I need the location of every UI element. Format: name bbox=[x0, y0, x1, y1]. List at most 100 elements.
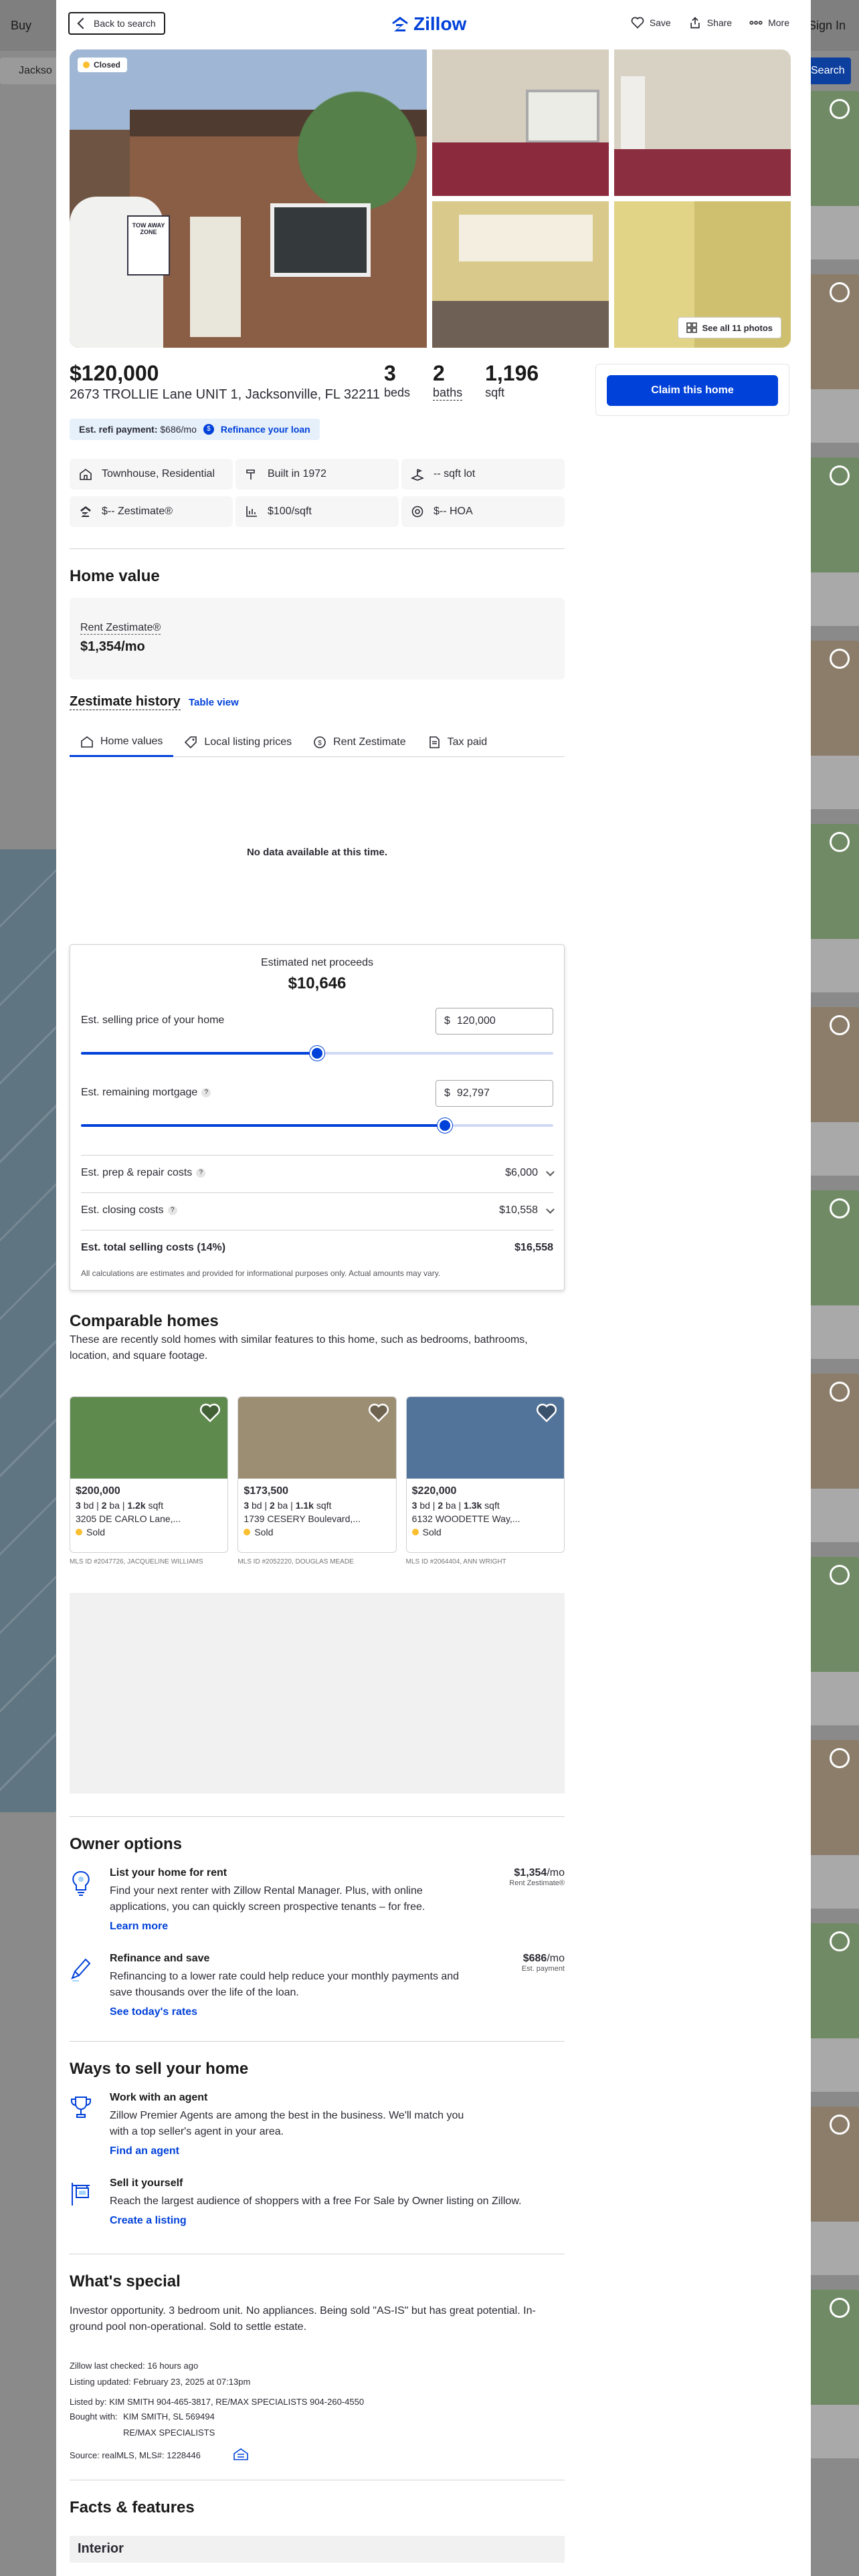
comparable-home-card[interactable]: $220,000 3 bd | 2 ba | 1.3k sqft 6132 WO… bbox=[405, 1396, 565, 1566]
back-to-search-button[interactable]: Back to search bbox=[68, 12, 165, 35]
refi-label: Est. refi payment: bbox=[79, 424, 158, 435]
gallery-photo-2[interactable] bbox=[432, 49, 609, 196]
gallery-photo-5[interactable]: See all 11 photos bbox=[614, 201, 791, 348]
comparable-photo[interactable] bbox=[406, 1397, 564, 1479]
disclaimer: All calculations are estimates and provi… bbox=[81, 1269, 441, 1278]
comparable-photo[interactable] bbox=[70, 1397, 228, 1479]
remaining-mortgage-input[interactable]: $ 92,797 bbox=[436, 1080, 553, 1107]
net-proceeds-card: Estimated net proceeds $10,646 Est. sell… bbox=[70, 944, 565, 1291]
background-listing-card[interactable] bbox=[808, 2107, 859, 2275]
create-listing-link[interactable]: Create a listing bbox=[110, 2215, 187, 2227]
heart-icon[interactable] bbox=[830, 1565, 850, 1585]
heart-icon[interactable] bbox=[830, 1015, 850, 1035]
background-listing-card[interactable] bbox=[808, 641, 859, 809]
remaining-mortgage-row: Est. remaining mortgage? bbox=[81, 1087, 211, 1099]
background-listing-card[interactable] bbox=[808, 1740, 859, 1909]
selling-price-slider[interactable] bbox=[81, 1046, 553, 1061]
background-listing-card[interactable] bbox=[808, 457, 859, 626]
comparable-specs: 3 bd | 2 ba | 1.3k sqft bbox=[411, 1500, 500, 1511]
learn-more-link[interactable]: Learn more bbox=[110, 1921, 168, 1933]
background-listing-card[interactable] bbox=[808, 1190, 859, 1359]
background-listing-card[interactable] bbox=[808, 1374, 859, 1542]
refinance-link[interactable]: Refinance your loan bbox=[221, 424, 310, 435]
background-listing-card[interactable] bbox=[808, 824, 859, 992]
prep-costs-value-group[interactable]: $6,000 bbox=[505, 1167, 555, 1179]
slider-handle[interactable] bbox=[437, 1118, 452, 1133]
comparable-home-card[interactable]: $173,500 3 bd | 2 ba | 1.1k sqft 1739 CE… bbox=[237, 1396, 397, 1566]
background-nav-buy[interactable]: Buy bbox=[11, 19, 31, 33]
photo-floor bbox=[432, 142, 609, 196]
photo-door bbox=[621, 76, 645, 150]
heart-icon[interactable] bbox=[830, 649, 850, 669]
comparable-home-card[interactable]: $200,000 3 bd | 2 ba | 1.2k sqft 3205 DE… bbox=[70, 1396, 229, 1566]
tab-rent-zestimate[interactable]: $ Rent Zestimate bbox=[302, 728, 416, 757]
listing-updated: Listing updated: February 23, 2025 at 07… bbox=[70, 2377, 251, 2387]
whats-special-description: Investor opportunity. 3 bedroom unit. No… bbox=[70, 2305, 536, 2333]
background-search-button[interactable]: Search bbox=[804, 58, 851, 84]
gallery-photo-4[interactable] bbox=[432, 201, 609, 348]
amount-value: $1,354 bbox=[514, 1867, 547, 1879]
comparable-mls: MLS ID #2052220, DOUGLAS MEADE bbox=[237, 1558, 354, 1566]
zestimate-history-heading[interactable]: Zestimate history bbox=[70, 694, 181, 710]
claim-home-button[interactable]: Claim this home bbox=[607, 375, 778, 406]
share-button[interactable]: Share bbox=[688, 16, 732, 29]
heart-icon[interactable] bbox=[830, 282, 850, 302]
table-view-link[interactable]: Table view bbox=[189, 697, 239, 708]
comparable-photo[interactable] bbox=[238, 1397, 396, 1479]
interior-section-header[interactable]: Interior bbox=[70, 2536, 565, 2563]
background-listing-card[interactable] bbox=[808, 2290, 859, 2458]
photo-door bbox=[190, 217, 241, 337]
heart-icon[interactable] bbox=[368, 1402, 389, 1424]
see-rates-link[interactable]: See today's rates bbox=[110, 2006, 197, 2018]
gallery-photo-3[interactable] bbox=[614, 49, 791, 196]
closing-costs-row[interactable]: Est. closing costs? bbox=[81, 1204, 177, 1216]
more-button[interactable]: More bbox=[749, 16, 789, 29]
lot-icon bbox=[411, 469, 424, 481]
selling-price-value: 120,000 bbox=[456, 1015, 496, 1027]
lightbulb-icon bbox=[72, 1870, 90, 1896]
tab-local-listing-prices[interactable]: Local listing prices bbox=[173, 728, 302, 757]
fact-hoa: $-- HOA bbox=[401, 496, 565, 527]
info-tooltip-icon[interactable]: ? bbox=[201, 1087, 211, 1097]
tab-home-values[interactable]: Home values bbox=[70, 728, 174, 757]
prep-costs-row[interactable]: Est. prep & repair costs? bbox=[81, 1167, 206, 1179]
bd-unit: bd bbox=[419, 1500, 430, 1511]
sqft-count: 1.3k bbox=[464, 1500, 482, 1511]
heart-icon[interactable] bbox=[830, 99, 850, 119]
main-photo[interactable]: TOW AWAY ZONE Closed bbox=[70, 49, 427, 348]
net-proceeds-value: $10,646 bbox=[288, 974, 347, 992]
see-all-photos-button[interactable]: See all 11 photos bbox=[677, 317, 781, 338]
info-tooltip-icon[interactable]: ? bbox=[196, 1168, 206, 1178]
heart-icon[interactable] bbox=[830, 2115, 850, 2135]
rent-zestimate-label[interactable]: Rent Zestimate® bbox=[80, 622, 161, 635]
find-agent-link[interactable]: Find an agent bbox=[110, 2145, 179, 2157]
heart-icon[interactable] bbox=[830, 2298, 850, 2318]
slider-handle[interactable] bbox=[310, 1046, 324, 1061]
background-listing-card[interactable] bbox=[808, 1557, 859, 1725]
heart-icon[interactable] bbox=[830, 1198, 850, 1218]
info-tooltip-icon[interactable]: ? bbox=[167, 1205, 177, 1215]
remaining-mortgage-label: Est. remaining mortgage bbox=[81, 1087, 198, 1098]
hoa-icon bbox=[411, 506, 423, 518]
background-listing-card[interactable] bbox=[808, 91, 859, 259]
selling-price-input[interactable]: $ 120,000 bbox=[436, 1008, 553, 1035]
zillow-logo[interactable]: Zillow bbox=[391, 13, 466, 35]
heart-icon[interactable] bbox=[199, 1402, 221, 1424]
heart-icon[interactable] bbox=[830, 1382, 850, 1402]
background-listing-card[interactable] bbox=[808, 274, 859, 443]
heart-icon[interactable] bbox=[536, 1402, 557, 1424]
background-listing-card[interactable] bbox=[808, 1923, 859, 2092]
save-button[interactable]: Save bbox=[631, 16, 671, 29]
background-sign-in[interactable]: Sign In bbox=[808, 19, 846, 33]
heart-icon[interactable] bbox=[830, 465, 850, 486]
background-listing-card[interactable] bbox=[808, 1007, 859, 1176]
tab-label: Tax paid bbox=[447, 736, 488, 748]
closing-costs-value-group[interactable]: $10,558 bbox=[499, 1204, 555, 1216]
tab-tax-paid[interactable]: Tax paid bbox=[417, 728, 498, 757]
remaining-mortgage-slider[interactable] bbox=[81, 1118, 553, 1133]
baths-stat[interactable]: 2 baths bbox=[433, 361, 463, 401]
heart-icon[interactable] bbox=[830, 1748, 850, 1768]
comparable-price: $220,000 bbox=[411, 1485, 457, 1497]
heart-icon[interactable] bbox=[830, 1931, 850, 1951]
heart-icon[interactable] bbox=[830, 832, 850, 852]
